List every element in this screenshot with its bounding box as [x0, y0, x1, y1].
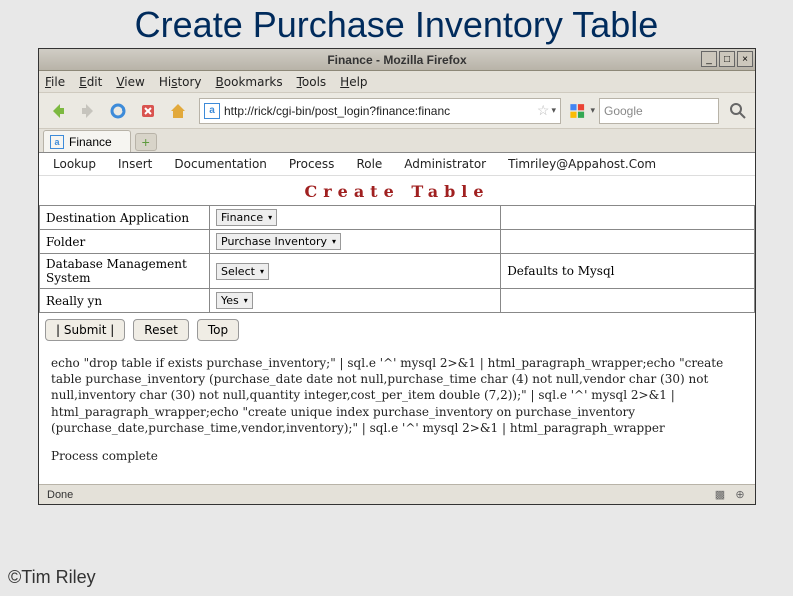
- output-area: echo "drop table if exists purchase_inve…: [39, 347, 755, 484]
- output-status: Process complete: [51, 448, 743, 464]
- table-row: Destination Application Finance▾: [40, 206, 755, 230]
- label-folder: Folder: [40, 230, 210, 254]
- extra-dbms: Defaults to Mysql: [501, 254, 755, 289]
- url-bar[interactable]: a http://rick/cgi-bin/post_login?finance…: [199, 98, 561, 124]
- chevron-down-icon: ▾: [332, 237, 336, 246]
- search-placeholder: Google: [604, 104, 714, 118]
- top-button[interactable]: Top: [197, 319, 239, 341]
- extra-3: [501, 289, 755, 313]
- tab-label: Finance: [69, 135, 112, 149]
- footer-credit: ©Tim Riley: [8, 567, 96, 588]
- app-menu-documentation[interactable]: Documentation: [174, 157, 267, 171]
- menu-edit[interactable]: Edit: [79, 75, 102, 89]
- toolbar: a http://rick/cgi-bin/post_login?finance…: [39, 93, 755, 129]
- url-dropdown-icon[interactable]: ▾: [551, 105, 556, 116]
- submit-button[interactable]: | Submit |: [45, 319, 125, 341]
- app-menu-role[interactable]: Role: [356, 157, 382, 171]
- menu-tools[interactable]: Tools: [297, 75, 327, 89]
- url-text: http://rick/cgi-bin/post_login?finance:f…: [224, 104, 535, 118]
- search-icon[interactable]: [723, 98, 749, 124]
- select-folder[interactable]: Purchase Inventory▾: [216, 233, 341, 250]
- table-row: Really yn Yes▾: [40, 289, 755, 313]
- status-icon-1[interactable]: ▩: [713, 488, 727, 502]
- extra-0: [501, 206, 755, 230]
- label-really: Really yn: [40, 289, 210, 313]
- chevron-down-icon: ▾: [268, 213, 272, 222]
- table-row: Folder Purchase Inventory▾: [40, 230, 755, 254]
- reset-button[interactable]: Reset: [133, 319, 189, 341]
- window-title: Finance - Mozilla Firefox: [327, 53, 466, 67]
- select-dbms[interactable]: Select▾: [216, 263, 269, 280]
- app-menu-lookup[interactable]: Lookup: [53, 157, 96, 171]
- menubar: File Edit View History Bookmarks Tools H…: [39, 71, 755, 93]
- select-destination-app[interactable]: Finance▾: [216, 209, 277, 226]
- tabbar: a Finance +: [39, 129, 755, 153]
- home-icon[interactable]: [165, 98, 191, 124]
- menu-file[interactable]: File: [45, 75, 65, 89]
- tab-favicon-icon: a: [50, 135, 64, 149]
- app-menu-insert[interactable]: Insert: [118, 157, 152, 171]
- app-menu-administrator[interactable]: Administrator: [404, 157, 486, 171]
- search-box[interactable]: Google: [599, 98, 719, 124]
- titlebar: Finance - Mozilla Firefox _ □ ×: [39, 49, 755, 71]
- chevron-down-icon: ▾: [244, 296, 248, 305]
- reload-icon[interactable]: [105, 98, 131, 124]
- bookmark-star-icon[interactable]: ☆: [537, 102, 550, 119]
- google-button-icon[interactable]: ▾: [569, 98, 595, 124]
- page-heading: Create Table: [39, 176, 755, 205]
- output-sql: echo "drop table if exists purchase_inve…: [51, 355, 743, 436]
- menu-bookmarks[interactable]: Bookmarks: [216, 75, 283, 89]
- menu-help[interactable]: Help: [340, 75, 367, 89]
- button-row: | Submit | Reset Top: [39, 313, 755, 347]
- status-icons: ▩ ⊕: [713, 488, 747, 502]
- select-really[interactable]: Yes▾: [216, 292, 253, 309]
- app-menu: Lookup Insert Documentation Process Role…: [39, 153, 755, 176]
- app-menu-email[interactable]: Timriley@Appahost.Com: [508, 157, 656, 171]
- extra-1: [501, 230, 755, 254]
- window-controls: _ □ ×: [701, 51, 753, 67]
- tab-finance[interactable]: a Finance: [43, 130, 131, 152]
- page-content: Lookup Insert Documentation Process Role…: [39, 153, 755, 484]
- label-destination-app: Destination Application: [40, 206, 210, 230]
- url-favicon-icon: a: [204, 103, 220, 119]
- menu-history[interactable]: History: [159, 75, 202, 89]
- back-icon[interactable]: [45, 98, 71, 124]
- menu-view[interactable]: View: [116, 75, 144, 89]
- close-icon[interactable]: ×: [737, 51, 753, 67]
- minimize-icon[interactable]: _: [701, 51, 717, 67]
- label-dbms: Database Management System: [40, 254, 210, 289]
- chevron-down-icon: ▾: [260, 267, 264, 276]
- table-row: Database Management System Select▾ Defau…: [40, 254, 755, 289]
- new-tab-button[interactable]: +: [135, 133, 157, 151]
- forward-icon[interactable]: [75, 98, 101, 124]
- statusbar: Done ▩ ⊕: [39, 484, 755, 504]
- maximize-icon[interactable]: □: [719, 51, 735, 67]
- status-icon-2[interactable]: ⊕: [733, 488, 747, 502]
- slide-title: Create Purchase Inventory Table: [0, 0, 793, 48]
- browser-window: Finance - Mozilla Firefox _ □ × File Edi…: [38, 48, 756, 505]
- stop-icon[interactable]: [135, 98, 161, 124]
- form-table: Destination Application Finance▾ Folder …: [39, 205, 755, 313]
- status-text: Done: [47, 489, 73, 501]
- app-menu-process[interactable]: Process: [289, 157, 335, 171]
